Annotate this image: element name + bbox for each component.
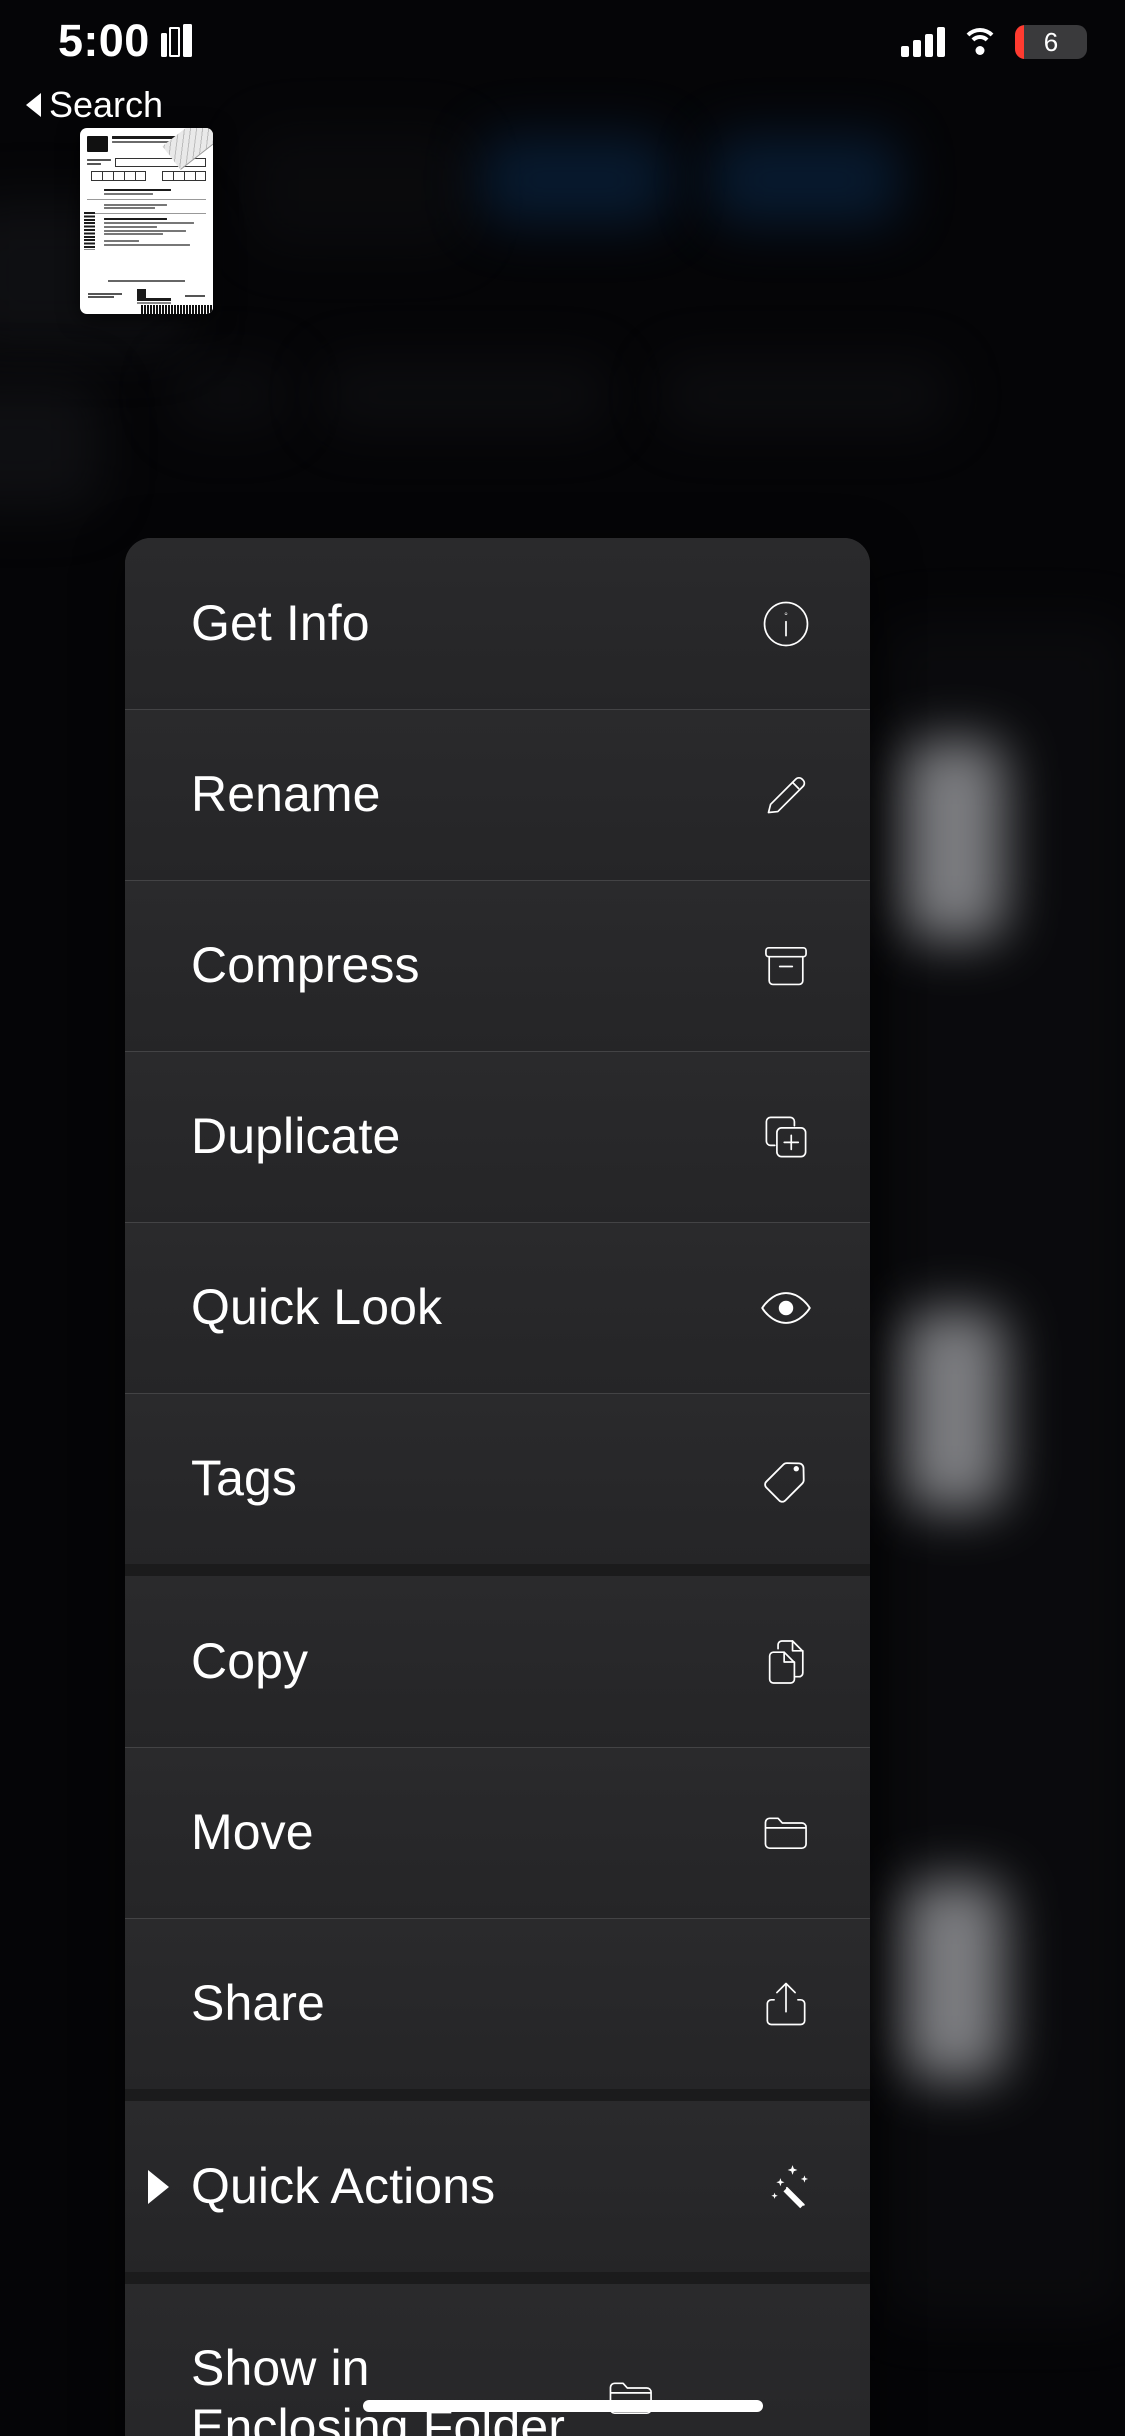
barcode-strip (84, 212, 95, 250)
archive-box-icon (750, 938, 822, 994)
battery-level-text: 6 (1043, 27, 1059, 57)
status-bar-left: 5:00 (58, 18, 192, 63)
eye-icon (750, 1280, 822, 1336)
menu-item-quick-look[interactable]: Quick Look (125, 1222, 870, 1393)
menu-item-label: Move (191, 1804, 314, 1860)
menu-item-label: Share (191, 1975, 325, 2031)
menu-item-label: Copy (191, 1633, 309, 1689)
menu-item-show-in-enclosing-folder[interactable]: Show in Enclosing Folder (125, 2284, 870, 2436)
menu-item-label: Rename (191, 766, 381, 822)
menu-item-label: Quick Look (191, 1279, 443, 1335)
menu-group-separator (125, 2272, 870, 2284)
menu-item-label: Show in Enclosing Folder (191, 2340, 566, 2436)
menu-item-label: Quick Actions (191, 2158, 496, 2214)
menu-group-transfer-actions: Copy Move Share (125, 1576, 870, 2089)
document-thumbnail-preview[interactable] (80, 128, 213, 314)
iphone-screen: 5:00 6 Search Get Info Rename Compress D… (0, 0, 1125, 2436)
pencil-icon (750, 767, 822, 823)
menu-group-file-actions: Get Info Rename Compress Duplicate Quick… (125, 538, 870, 1564)
menu-item-label: Tags (191, 1450, 298, 1506)
tag-icon (750, 1451, 822, 1507)
menu-group-reveal: Show in Enclosing Folder (125, 2284, 870, 2436)
back-label: Search (49, 84, 164, 125)
menu-item-copy[interactable]: Copy (125, 1576, 870, 1747)
copy-docs-icon (750, 1634, 822, 1690)
plus-square-stack-icon (750, 1109, 822, 1165)
status-bar-right: 6 (901, 25, 1087, 59)
status-bar-clock: 5:00 (58, 15, 150, 66)
menu-group-separator (125, 2089, 870, 2101)
folder-icon (750, 1805, 822, 1861)
home-indicator (362, 2400, 763, 2412)
menu-item-rename[interactable]: Rename (125, 709, 870, 880)
wifi-icon (961, 28, 999, 56)
menu-item-label: Duplicate (191, 1108, 401, 1164)
chevron-right-icon (125, 2169, 191, 2204)
menu-item-compress[interactable]: Compress (125, 880, 870, 1051)
menu-item-share[interactable]: Share (125, 1918, 870, 2089)
magic-wand-icon (750, 2159, 822, 2215)
menu-item-duplicate[interactable]: Duplicate (125, 1051, 870, 1222)
back-triangle-icon (26, 93, 41, 117)
share-up-icon (750, 1976, 822, 2032)
context-menu[interactable]: Get Info Rename Compress Duplicate Quick… (125, 538, 870, 2436)
menu-item-tags[interactable]: Tags (125, 1393, 870, 1564)
cambridge-logo (136, 288, 171, 304)
menu-item-quick-actions[interactable]: Quick Actions (125, 2101, 870, 2272)
books-icon (160, 24, 192, 57)
battery-indicator: 6 (1015, 25, 1087, 59)
menu-item-label: Get Info (191, 595, 370, 651)
back-to-search-button[interactable]: Search (26, 84, 163, 126)
menu-group-quick-actions: Quick Actions (125, 2101, 870, 2272)
signal-bars-icon (901, 27, 945, 57)
menu-item-move[interactable]: Move (125, 1747, 870, 1918)
info-circle-icon (750, 596, 822, 652)
status-bar: 5:00 6 (0, 0, 1125, 120)
menu-group-separator (125, 1564, 870, 1576)
menu-item-label: Compress (191, 937, 420, 993)
menu-item-get-info[interactable]: Get Info (125, 538, 870, 709)
igcse-logo (87, 136, 108, 152)
folder-icon (595, 2370, 667, 2426)
